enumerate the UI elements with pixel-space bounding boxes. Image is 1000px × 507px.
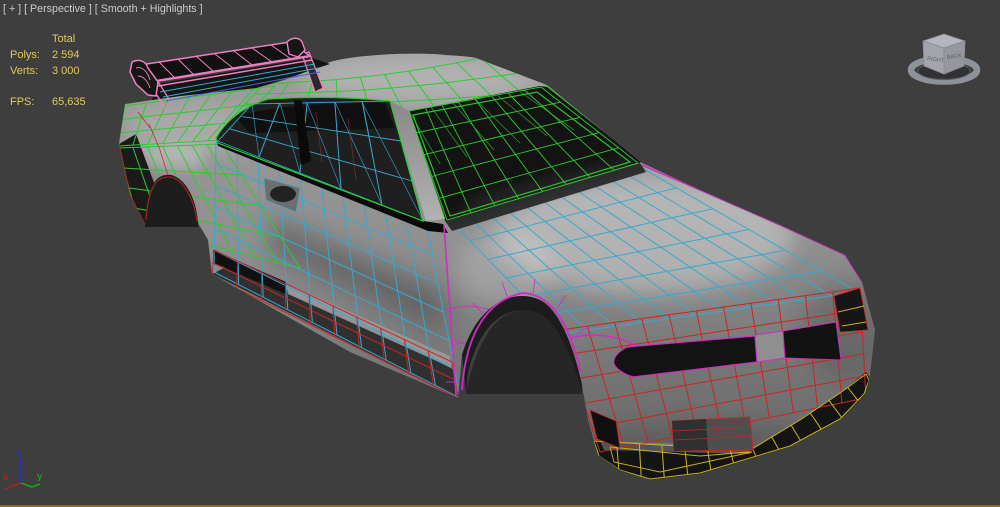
svg-text:Verts:: Verts:	[10, 65, 38, 77]
svg-text:3 000: 3 000	[52, 65, 80, 77]
svg-text:2 594: 2 594	[52, 49, 80, 61]
svg-text:z: z	[16, 448, 21, 459]
svg-text:Total: Total	[52, 33, 75, 45]
svg-text:y: y	[37, 471, 43, 482]
svg-text:FPS:: FPS:	[10, 96, 34, 108]
svg-text:65,635: 65,635	[52, 96, 86, 108]
svg-text:x: x	[3, 472, 9, 483]
svg-text:Polys:: Polys:	[10, 49, 40, 61]
svg-text:[ + ] [ Perspective ] [ Smooth: [ + ] [ Perspective ] [ Smooth + Highlig…	[3, 3, 203, 15]
